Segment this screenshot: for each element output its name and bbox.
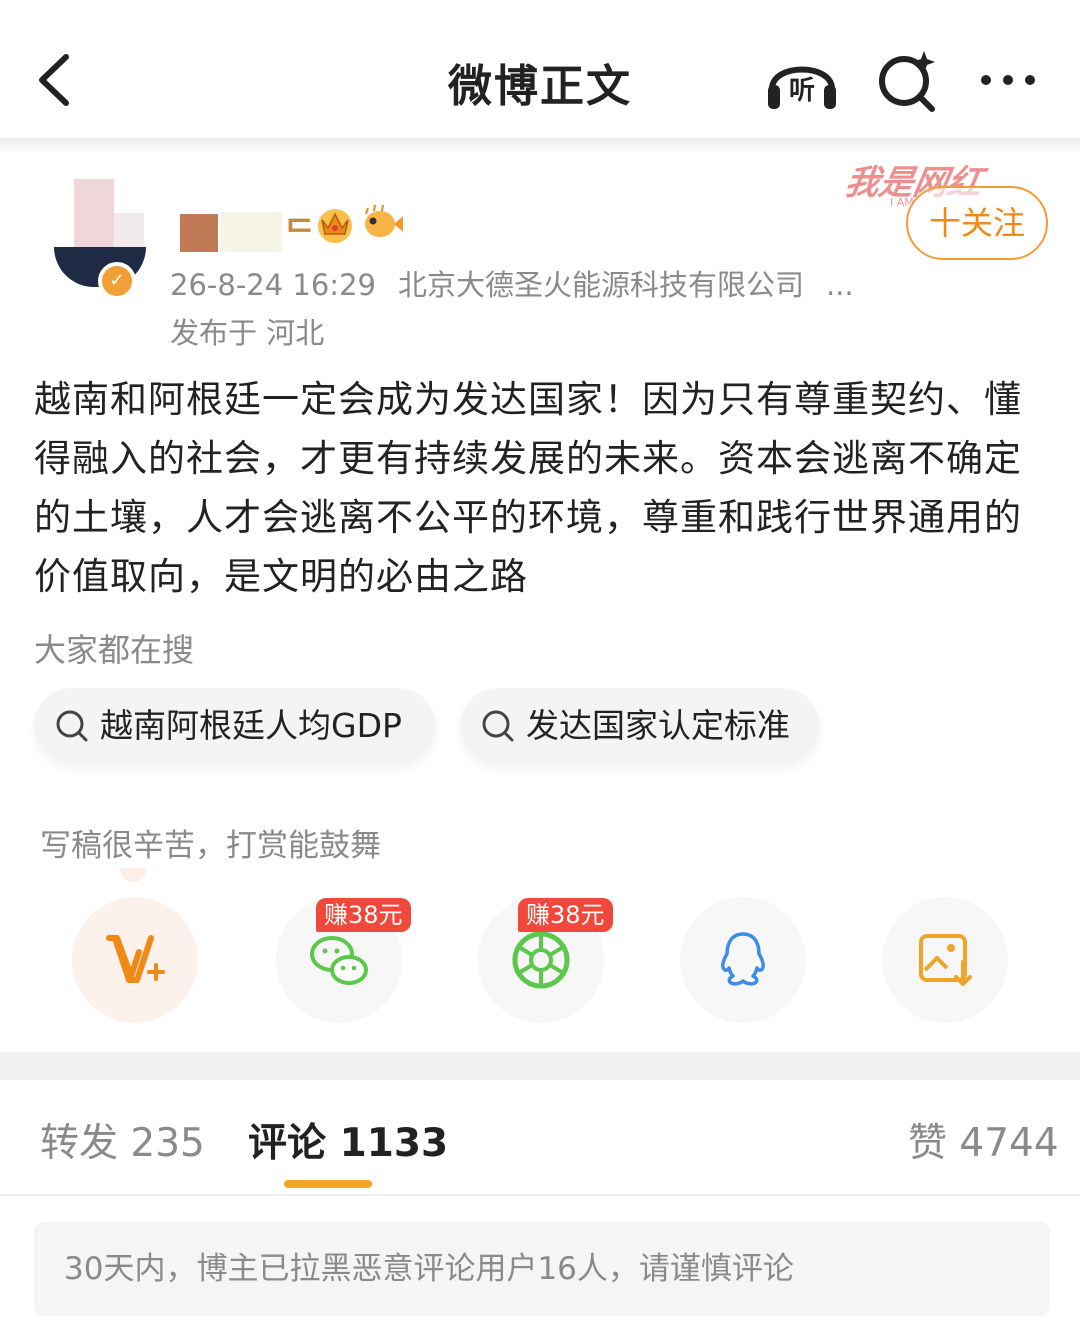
top-bar: 微博正文 听 — [0, 0, 1080, 140]
tab-divider — [0, 1194, 1080, 1196]
save-image-button[interactable] — [882, 897, 1008, 1023]
post-meta: 26-8-24 16:29 北京大德圣火能源科技有限公司... — [170, 262, 854, 304]
verified-badge-icon: ✓ — [98, 262, 136, 300]
qq-icon — [721, 932, 765, 986]
back-chevron-icon — [39, 54, 69, 106]
listen-icon-label: 听 — [789, 76, 815, 106]
search-icon — [482, 710, 514, 742]
back-button[interactable] — [30, 45, 90, 115]
v-plus-reward-icon — [106, 935, 165, 983]
username-blurred-part[interactable] — [220, 212, 282, 252]
hot-search-label: 大家都在搜 — [34, 631, 195, 669]
post-body: 越南和阿根廷一定会成为发达国家！因为只有尊重契约、懂得融入的社会，才更有持续发展… — [34, 378, 1022, 598]
section-divider — [0, 1052, 1080, 1080]
reward-tip: 写稿很辛苦，打赏能鼓舞 — [40, 828, 381, 864]
crown-badge-icon — [318, 209, 352, 243]
post-source[interactable]: 北京大德圣火能源科技有限公司 — [398, 268, 804, 302]
hot-search-text: 发达国家认定标准 — [526, 706, 790, 745]
wechat-icon — [310, 936, 368, 985]
tab-repost[interactable]: 转发 235 — [40, 1112, 205, 1168]
earn-badge: 赚38元 — [316, 898, 411, 932]
comment-notice: 30天内，博主已拉黑恶意评论用户16人，请谨慎评论 — [34, 1222, 1050, 1316]
save-image-icon — [919, 934, 972, 986]
post-date: 26-8-24 16:29 — [170, 268, 376, 302]
headphones-listen-icon: 听 — [768, 66, 836, 109]
username-blurred[interactable] — [180, 214, 218, 252]
hot-search-chip[interactable]: 发达国家认定标准 — [460, 688, 820, 764]
hot-search-chip[interactable]: 越南阿根廷人均GDP — [34, 688, 436, 764]
listen-button[interactable]: 听 — [762, 45, 842, 115]
tab-like[interactable]: 赞 4744 — [908, 1112, 1059, 1168]
moments-icon — [512, 931, 570, 989]
topbar-divider — [0, 138, 1080, 154]
post-location: 发布于 河北 — [170, 316, 325, 350]
search-sparkle-icon — [879, 51, 935, 112]
share-qq-button[interactable] — [680, 897, 806, 1023]
source-more[interactable]: ... — [826, 268, 854, 302]
pufferfish-badge-icon — [365, 204, 403, 237]
active-tab-indicator — [284, 1180, 372, 1188]
search-icon — [56, 710, 88, 742]
reward-button[interactable] — [72, 897, 198, 1023]
search-button[interactable] — [868, 45, 948, 115]
username-tail[interactable]: ᄃ — [284, 206, 315, 255]
hot-search-text: 越南阿根廷人均GDP — [100, 706, 402, 745]
more-dots-icon — [981, 75, 1035, 85]
tip-caret — [120, 868, 146, 882]
tab-comment[interactable]: 评论 1133 — [248, 1112, 448, 1168]
more-button[interactable] — [970, 45, 1050, 115]
follow-button[interactable]: 十关注 — [906, 186, 1048, 260]
earn-badge: 赚38元 — [518, 898, 613, 932]
